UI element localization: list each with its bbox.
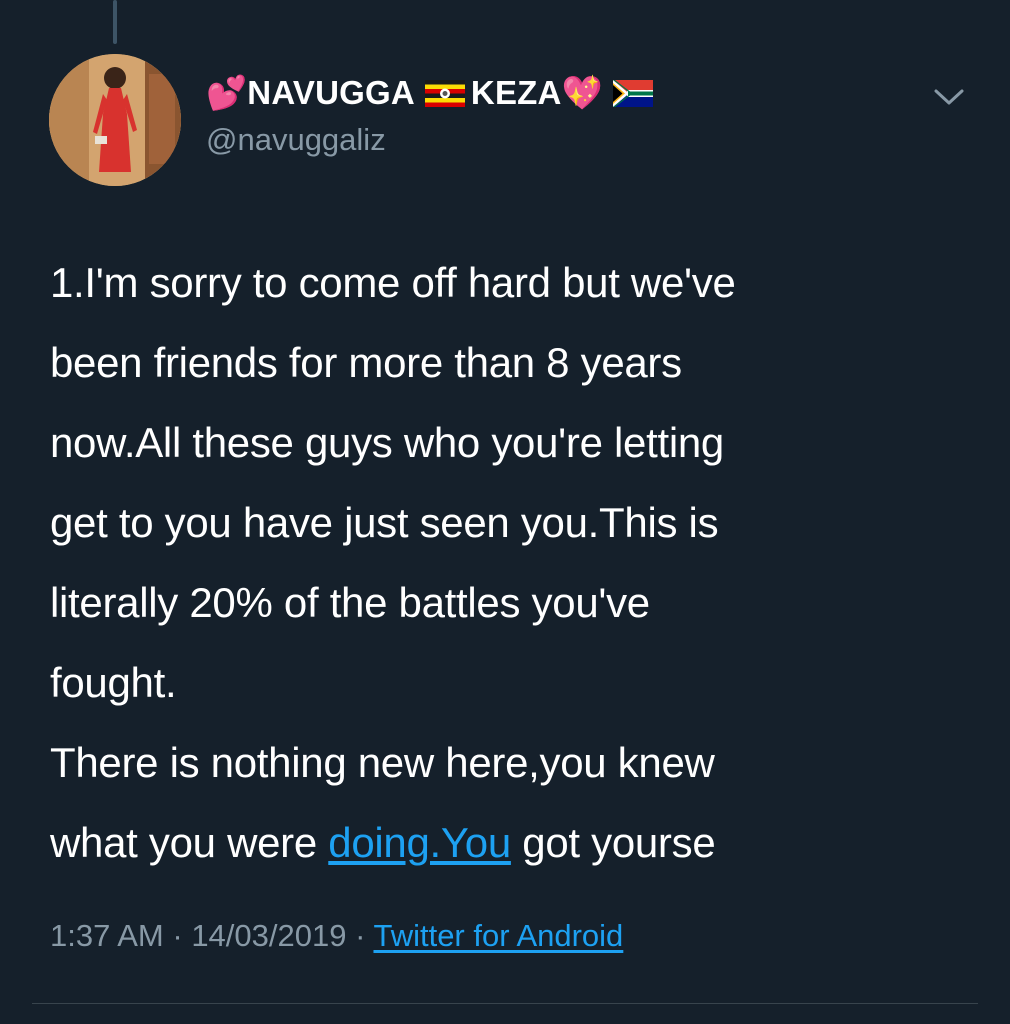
tweet-line-1: 1.I'm sorry to come off hard but we've	[50, 259, 736, 306]
tweet-line-8-suffix: got yourse	[510, 819, 716, 866]
display-name[interactable]: 💕 NAVUGGA KEZA 💖	[206, 70, 659, 116]
tweet-body: 1.I'm sorry to come off hard but we've b…	[50, 243, 950, 883]
display-name-part-1: NAVUGGA	[247, 74, 415, 111]
tweet-view: 💕 NAVUGGA KEZA 💖 @navuggaliz 1.I'm sorry…	[0, 0, 1010, 1024]
meta-separator-1: ·	[163, 918, 192, 953]
tweet-line-4: get to you have just seen you.This is	[50, 499, 719, 546]
uganda-flag-icon	[424, 79, 465, 107]
chevron-down-icon[interactable]	[932, 84, 966, 110]
tweet-source-link[interactable]: Twitter for Android	[373, 918, 623, 953]
tweet-line-5: literally 20% of the battles you've	[50, 579, 650, 626]
user-handle[interactable]: @navuggaliz	[206, 122, 386, 158]
avatar[interactable]	[49, 54, 181, 186]
tweet-inline-link[interactable]: doing.You	[328, 819, 511, 866]
tweet-time: 1:37 AM	[50, 918, 164, 953]
tweet-line-6: fought.	[50, 659, 177, 706]
thread-connector-line	[113, 0, 117, 44]
two-hearts-emoji: 💕	[206, 73, 248, 111]
tweet-line-2: been friends for more than 8 years	[50, 339, 682, 386]
sparkling-heart-emoji: 💖	[561, 73, 603, 111]
divider	[32, 1003, 978, 1004]
tweet-line-8-prefix: what you were	[50, 819, 329, 866]
south-africa-flag-icon	[612, 79, 653, 107]
display-name-part-2: KEZA	[470, 74, 562, 111]
tweet-date[interactable]: 14/03/2019	[191, 918, 346, 953]
tweet-line-7: There is nothing new here,you knew	[50, 739, 715, 786]
tweet-line-3: now.All these guys who you're letting	[50, 419, 724, 466]
tweet-line-8: what you were doing.You got yourse	[50, 803, 950, 883]
tweet-meta: 1:37 AM · 14/03/2019 · Twitter for Andro…	[50, 918, 623, 954]
meta-separator-2: ·	[346, 918, 374, 953]
